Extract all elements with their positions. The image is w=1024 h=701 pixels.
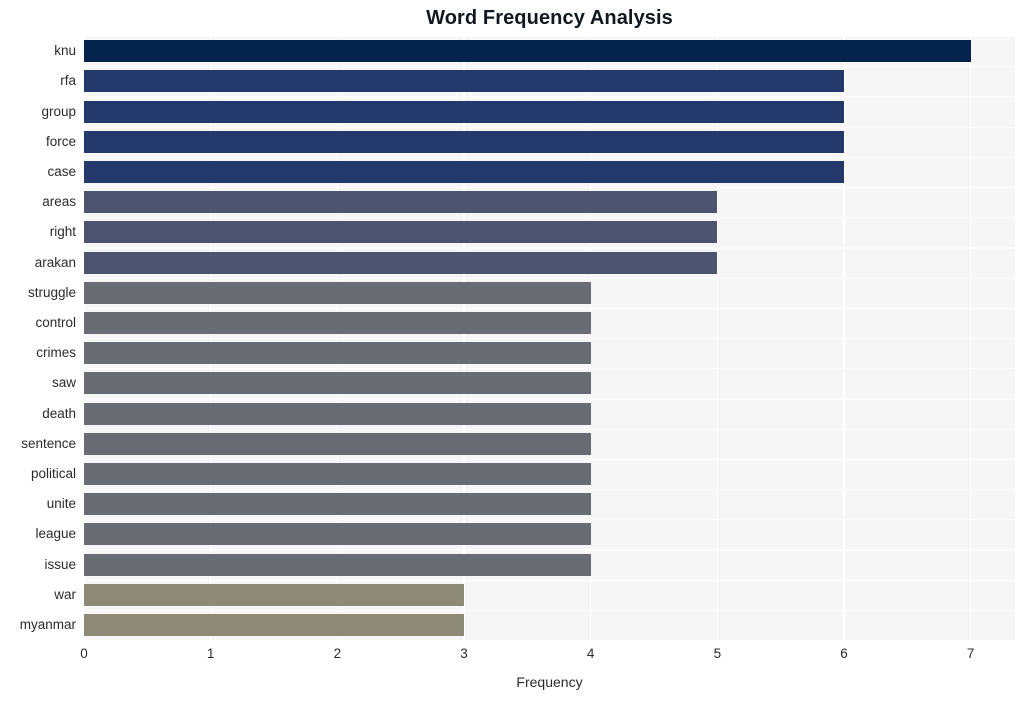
- bar-force: [84, 130, 844, 153]
- bar-saw: [84, 372, 591, 395]
- x-tick-label-6: 6: [840, 646, 848, 661]
- bar-knu: [84, 40, 971, 63]
- chart-figure: Word Frequency Analysis knu rfa group force…: [0, 0, 1024, 701]
- bar-league: [84, 523, 591, 546]
- bar-arakan: [84, 251, 718, 274]
- gridline-horizontal: [84, 338, 1015, 340]
- chart-title: Word Frequency Analysis: [426, 7, 673, 29]
- plot-area: [84, 36, 1015, 640]
- y-tick-label-political: political: [30, 465, 76, 481]
- x-tick-label-1: 1: [206, 646, 215, 661]
- y-tick-label-crimes: crimes: [36, 345, 76, 361]
- y-tick-label-war: war: [54, 586, 76, 602]
- bar-rfa: [84, 70, 844, 93]
- y-tick-label-issue: issue: [44, 556, 76, 572]
- bar-issue: [84, 553, 591, 576]
- bar-areas: [84, 191, 718, 214]
- bar-right: [84, 221, 718, 244]
- x-tick-label-3: 3: [460, 646, 468, 661]
- gridline-horizontal: [84, 398, 1015, 400]
- bar-death: [84, 402, 591, 425]
- x-tick-label-2: 2: [333, 646, 342, 661]
- gridline-horizontal: [84, 549, 1015, 551]
- x-axis-title: Frequency: [516, 674, 583, 690]
- y-tick-label-knu: knu: [54, 43, 76, 59]
- x-axis: 0 1 2 3 4 5 6 7: [0, 645, 1024, 667]
- gridline-horizontal: [84, 217, 1015, 219]
- y-tick-label-right: right: [49, 224, 76, 240]
- bar-sentence: [84, 432, 591, 455]
- bar-group: [84, 100, 844, 123]
- gridline-horizontal: [84, 489, 1015, 491]
- bar-control: [84, 311, 591, 334]
- gridline-horizontal: [84, 519, 1015, 521]
- bar-struggle: [84, 281, 591, 304]
- bar-unite: [84, 493, 591, 516]
- y-tick-label-group: group: [41, 103, 76, 119]
- gridline-horizontal: [84, 156, 1015, 158]
- gridline-horizontal: [84, 126, 1015, 128]
- y-tick-label-myanmar: myanmar: [19, 616, 76, 632]
- bar-war: [84, 583, 464, 606]
- x-tick-label-0: 0: [80, 646, 88, 661]
- y-tick-label-sentence: sentence: [21, 435, 76, 451]
- gridline-horizontal: [84, 247, 1015, 249]
- y-tick-label-control: control: [35, 314, 76, 330]
- gridline-horizontal: [84, 579, 1015, 581]
- gridline-horizontal: [84, 187, 1015, 189]
- y-axis: knu rfa group force case areas right arakan stru…: [0, 36, 76, 640]
- bar-myanmar: [84, 613, 464, 636]
- x-tick-label-4: 4: [586, 646, 595, 661]
- x-tick-label-5: 5: [713, 646, 722, 661]
- y-tick-label-arakan: arakan: [34, 254, 76, 270]
- y-tick-label-force: force: [45, 133, 76, 149]
- gridline-horizontal: [84, 66, 1015, 68]
- bar-political: [84, 462, 591, 485]
- bar-crimes: [84, 342, 591, 365]
- gridline-horizontal: [84, 307, 1015, 309]
- gridline-horizontal: [84, 458, 1015, 460]
- gridline-horizontal: [84, 96, 1015, 98]
- x-tick-label-7: 7: [966, 646, 975, 661]
- gridline-horizontal: [84, 368, 1015, 370]
- y-tick-label-unite: unite: [46, 496, 76, 512]
- bar-case: [84, 160, 844, 183]
- y-tick-label-saw: saw: [51, 375, 76, 391]
- y-tick-label-struggle: struggle: [27, 284, 76, 300]
- y-tick-label-rfa: rfa: [60, 73, 76, 89]
- gridline-horizontal: [84, 36, 1015, 38]
- y-tick-label-case: case: [47, 163, 76, 179]
- y-tick-label-areas: areas: [42, 194, 76, 210]
- gridline-horizontal: [84, 609, 1015, 611]
- y-tick-label-death: death: [42, 405, 76, 421]
- gridline-horizontal: [84, 428, 1015, 430]
- y-tick-label-league: league: [35, 526, 76, 542]
- gridline-horizontal: [84, 277, 1015, 279]
